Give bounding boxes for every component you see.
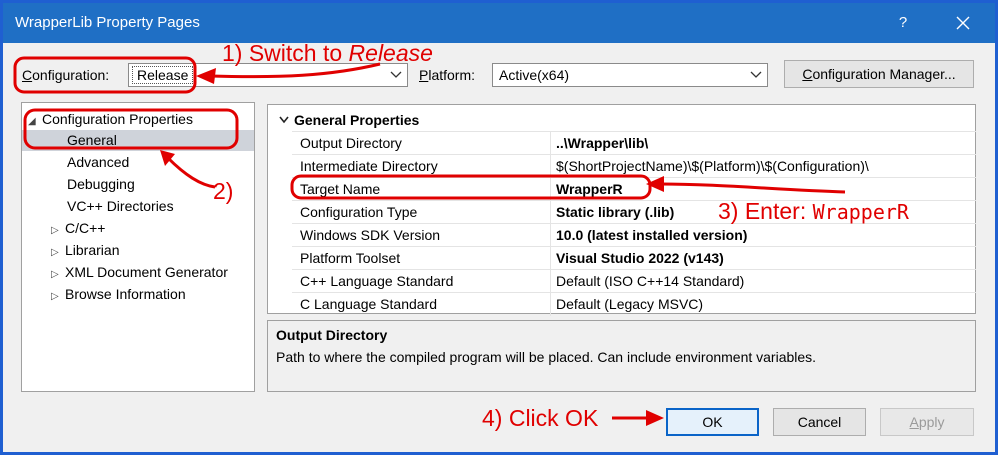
arrow-icon <box>659 182 846 194</box>
annotation-outline-configuration <box>13 56 197 94</box>
annotation-step-4: 4) Click OK <box>482 405 599 431</box>
annotation-step-1: 1) Switch to Release <box>222 40 433 66</box>
arrow-head-icon <box>196 68 216 84</box>
annotation-step-2: 2) <box>213 178 234 204</box>
arrow-head-icon <box>646 410 664 426</box>
annotation-outline-target-name <box>290 174 652 200</box>
arrow-icon <box>166 156 216 189</box>
annotation-outline-general <box>23 108 239 150</box>
annotation-step-3: 3) Enter: WrapperR <box>718 198 909 224</box>
annotation-overlay <box>13 56 846 426</box>
